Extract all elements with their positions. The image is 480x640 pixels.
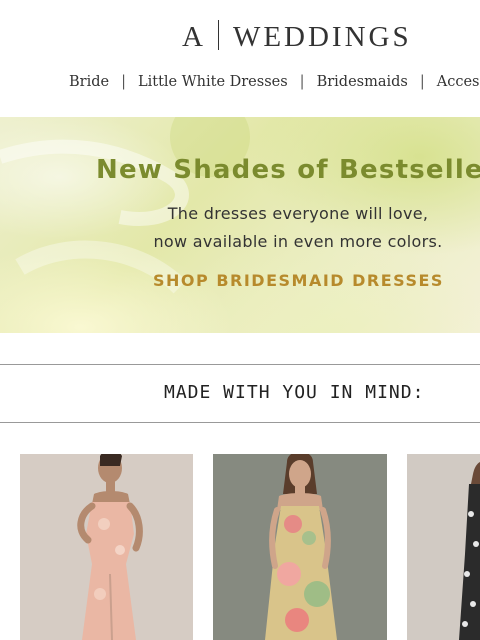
nav-separator: | [419,74,425,90]
nav-item-bridesmaids[interactable]: Bridesmaids [317,74,408,90]
banner-subtitle-line1: The dresses everyone will love, [167,204,429,223]
nav-item-accessories[interactable]: Acces [437,74,480,90]
logo-text: WEDDINGS [232,21,412,53]
site-logo[interactable]: A WEDDINGS [182,20,412,53]
banner-title: New Shades of Bestseller [96,155,480,185]
nav-item-little-white-dresses[interactable]: Little White Dresses [138,74,288,90]
promo-banner[interactable]: New Shades of Bestseller The dresses eve… [0,117,480,333]
main-nav: Bride | Little White Dresses | Bridesmaids | A… [69,72,480,92]
product-image [20,454,193,640]
product-image [407,454,480,640]
product-image [213,454,387,640]
shop-bridesmaid-dresses-link[interactable]: SHOP BRIDESMAID DRESSES [153,271,444,291]
logo-divider [217,20,219,50]
section-title: MADE WITH YOU IN MIND: [164,382,425,403]
logo-mark: A [182,21,206,53]
product-card-blush-floral-dress[interactable] [20,454,193,640]
banner-subtitle-line2: now available in even more colors. [153,232,443,251]
section-divider-bottom [0,422,480,423]
nav-separator: | [121,74,126,90]
nav-separator: | [299,74,305,90]
banner-background-art [0,117,250,294]
product-card-black-pattern-dress[interactable] [407,454,480,640]
product-card-watercolor-floral-dress[interactable] [213,454,387,640]
nav-item-bride[interactable]: Bride [69,74,109,90]
section-divider-top [0,364,480,365]
